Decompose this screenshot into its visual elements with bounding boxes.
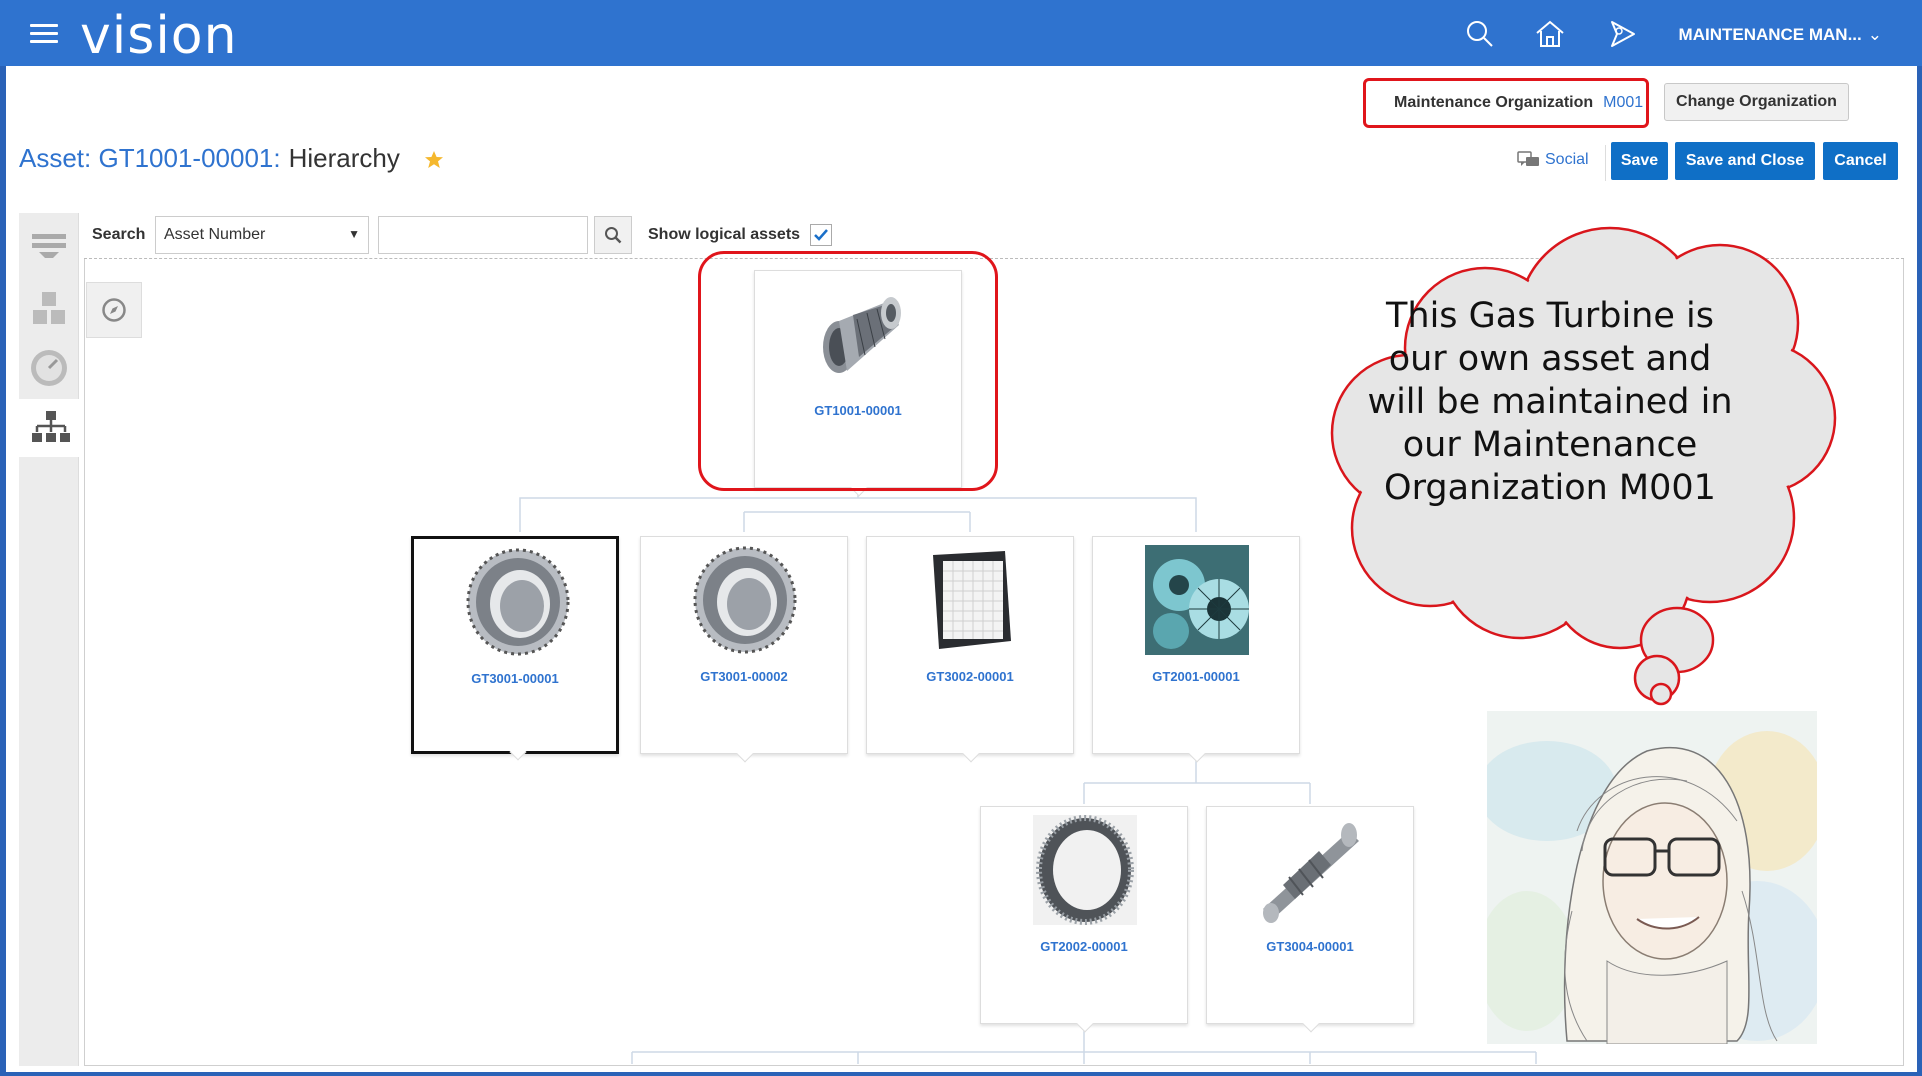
hierarchy-node[interactable]: GT3002-00001: [866, 536, 1074, 763]
hierarchy-node[interactable]: GT3004-00001: [1206, 806, 1414, 1033]
air-filter-image: [933, 551, 1011, 649]
node-label: GT3002-00001: [926, 669, 1014, 684]
turbine-ring-image: [466, 548, 570, 656]
turbine-blades-image: [1145, 545, 1249, 655]
node-label: GT2001-00001: [1152, 669, 1240, 684]
callout-text: This Gas Turbine is our own asset and wi…: [1367, 296, 1733, 508]
hierarchy-node[interactable]: GT2001-00001: [1092, 536, 1300, 763]
turbine-ring-image: [693, 546, 797, 654]
node-label: GT3004-00001: [1266, 939, 1354, 954]
hierarchy-node[interactable]: GT3001-00002: [640, 536, 848, 763]
hierarchy-node[interactable]: GT2002-00001: [980, 806, 1188, 1033]
presenter-portrait-image: [1487, 711, 1817, 1044]
root-asset-highlight: [698, 251, 998, 491]
node-label: GT2002-00001: [1040, 939, 1128, 954]
hierarchy-node[interactable]: GT3001-00001: [411, 536, 619, 761]
node-label: GT3001-00002: [700, 669, 788, 684]
blade-wheel-image: [1033, 815, 1137, 925]
turbine-shaft-image: [1263, 823, 1359, 923]
node-label: GT3001-00001: [471, 671, 559, 686]
